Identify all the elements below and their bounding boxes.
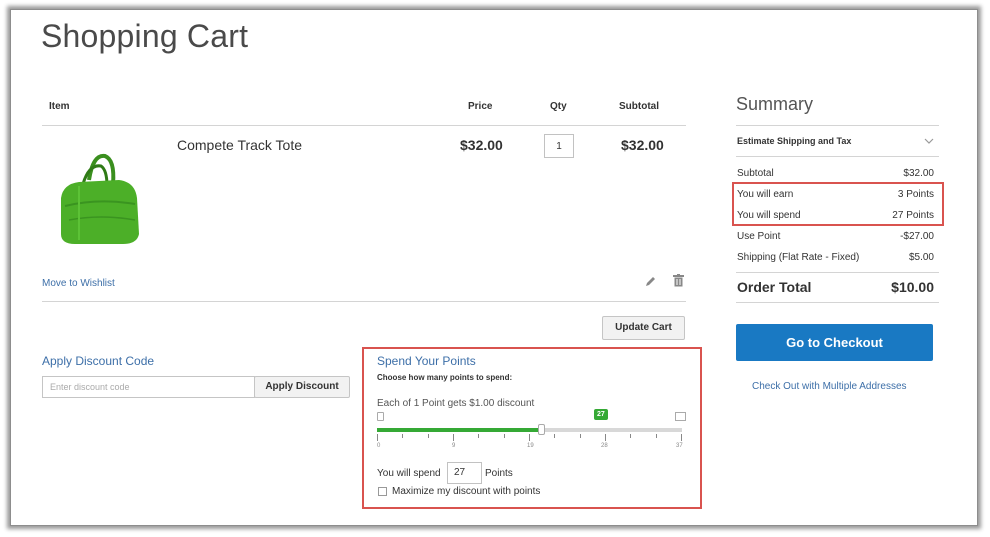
spend-points-input[interactable]: 27 bbox=[447, 462, 482, 484]
trash-icon[interactable] bbox=[673, 274, 684, 292]
col-header-price: Price bbox=[468, 101, 493, 112]
col-header-qty: Qty bbox=[550, 101, 567, 112]
summary-value-subtotal: $32.00 bbox=[903, 168, 934, 179]
maximize-label[interactable]: Maximize my discount with points bbox=[392, 486, 540, 497]
slider-tick bbox=[428, 434, 429, 438]
summary-label-use-point: Use Point bbox=[737, 231, 781, 242]
slider-tick bbox=[605, 434, 606, 441]
page-title: Shopping Cart bbox=[41, 18, 249, 54]
slider-scale-label: 37 bbox=[676, 443, 683, 449]
slider-tick bbox=[580, 434, 581, 438]
slider-tick bbox=[681, 434, 682, 441]
divider bbox=[42, 301, 686, 302]
discount-title-link[interactable]: Apply Discount Code bbox=[42, 354, 154, 368]
spend-points-subtitle: Choose how many points to spend: bbox=[377, 373, 513, 382]
divider bbox=[42, 125, 686, 126]
slider-tick bbox=[630, 434, 631, 438]
col-header-item: Item bbox=[49, 101, 70, 112]
points-rate-text: Each of 1 Point gets $1.00 discount bbox=[377, 398, 535, 409]
slider-max-icon bbox=[675, 412, 686, 421]
spend-points-title: Spend Your Points bbox=[377, 354, 476, 368]
slider-scale: 0 9 19 28 37 bbox=[377, 434, 683, 454]
slider-tick bbox=[478, 434, 479, 438]
product-image[interactable] bbox=[49, 150, 145, 248]
product-name[interactable]: Compete Track Tote bbox=[177, 137, 302, 153]
divider bbox=[736, 125, 939, 126]
slider-tick bbox=[656, 434, 657, 438]
slider-scale-label: 0 bbox=[377, 443, 381, 449]
multiple-addresses-link[interactable]: Check Out with Multiple Addresses bbox=[752, 381, 907, 392]
divider bbox=[736, 156, 939, 157]
summary-value-earn: 3 Points bbox=[897, 189, 934, 200]
maximize-checkbox[interactable] bbox=[378, 487, 387, 496]
order-total-value: $10.00 bbox=[891, 279, 934, 295]
update-cart-button[interactable]: Update Cart bbox=[602, 316, 685, 340]
slider-tick bbox=[529, 434, 530, 441]
discount-code-input[interactable]: Enter discount code bbox=[42, 376, 255, 398]
slider-scale-label: 19 bbox=[527, 443, 534, 449]
summary-label-shipping: Shipping (Flat Rate - Fixed) bbox=[737, 252, 860, 263]
slider-min-icon bbox=[377, 412, 384, 421]
page-frame: Shopping Cart Item Price Qty Subtotal Co… bbox=[10, 9, 978, 526]
slider-tick bbox=[402, 434, 403, 438]
slider-value-badge: 27 bbox=[594, 409, 608, 420]
go-to-checkout-button[interactable]: Go to Checkout bbox=[736, 324, 933, 361]
estimate-shipping-toggle[interactable]: Estimate Shipping and Tax bbox=[737, 136, 851, 146]
summary-label-earn: You will earn bbox=[737, 189, 794, 200]
slider-tick bbox=[377, 434, 378, 441]
col-header-subtotal: Subtotal bbox=[619, 101, 659, 112]
order-total-label: Order Total bbox=[737, 279, 812, 295]
summary-label-spend: You will spend bbox=[737, 210, 801, 221]
product-price: $32.00 bbox=[460, 137, 503, 153]
slider-tick bbox=[453, 434, 454, 441]
edit-icon[interactable] bbox=[644, 275, 656, 293]
apply-discount-button[interactable]: Apply Discount bbox=[254, 376, 350, 398]
summary-value-spend: 27 Points bbox=[892, 210, 934, 221]
summary-title: Summary bbox=[736, 94, 814, 114]
chevron-down-icon[interactable] bbox=[924, 132, 934, 150]
spend-suffix: Points bbox=[485, 468, 513, 479]
qty-input[interactable]: 1 bbox=[544, 134, 574, 158]
divider bbox=[736, 272, 939, 273]
slider-track[interactable] bbox=[377, 424, 682, 435]
spend-prefix: You will spend bbox=[377, 468, 441, 479]
product-subtotal: $32.00 bbox=[621, 137, 664, 153]
slider-tick bbox=[554, 434, 555, 438]
slider-scale-label: 28 bbox=[601, 443, 608, 449]
slider-scale-label: 9 bbox=[452, 443, 456, 449]
summary-value-use-point: -$27.00 bbox=[900, 231, 934, 242]
summary-value-shipping: $5.00 bbox=[908, 252, 934, 263]
summary-label-subtotal: Subtotal bbox=[737, 168, 774, 179]
slider-tick bbox=[504, 434, 505, 438]
move-to-wishlist-link[interactable]: Move to Wishlist bbox=[42, 278, 115, 289]
slider-fill bbox=[377, 428, 541, 432]
divider bbox=[736, 302, 939, 303]
